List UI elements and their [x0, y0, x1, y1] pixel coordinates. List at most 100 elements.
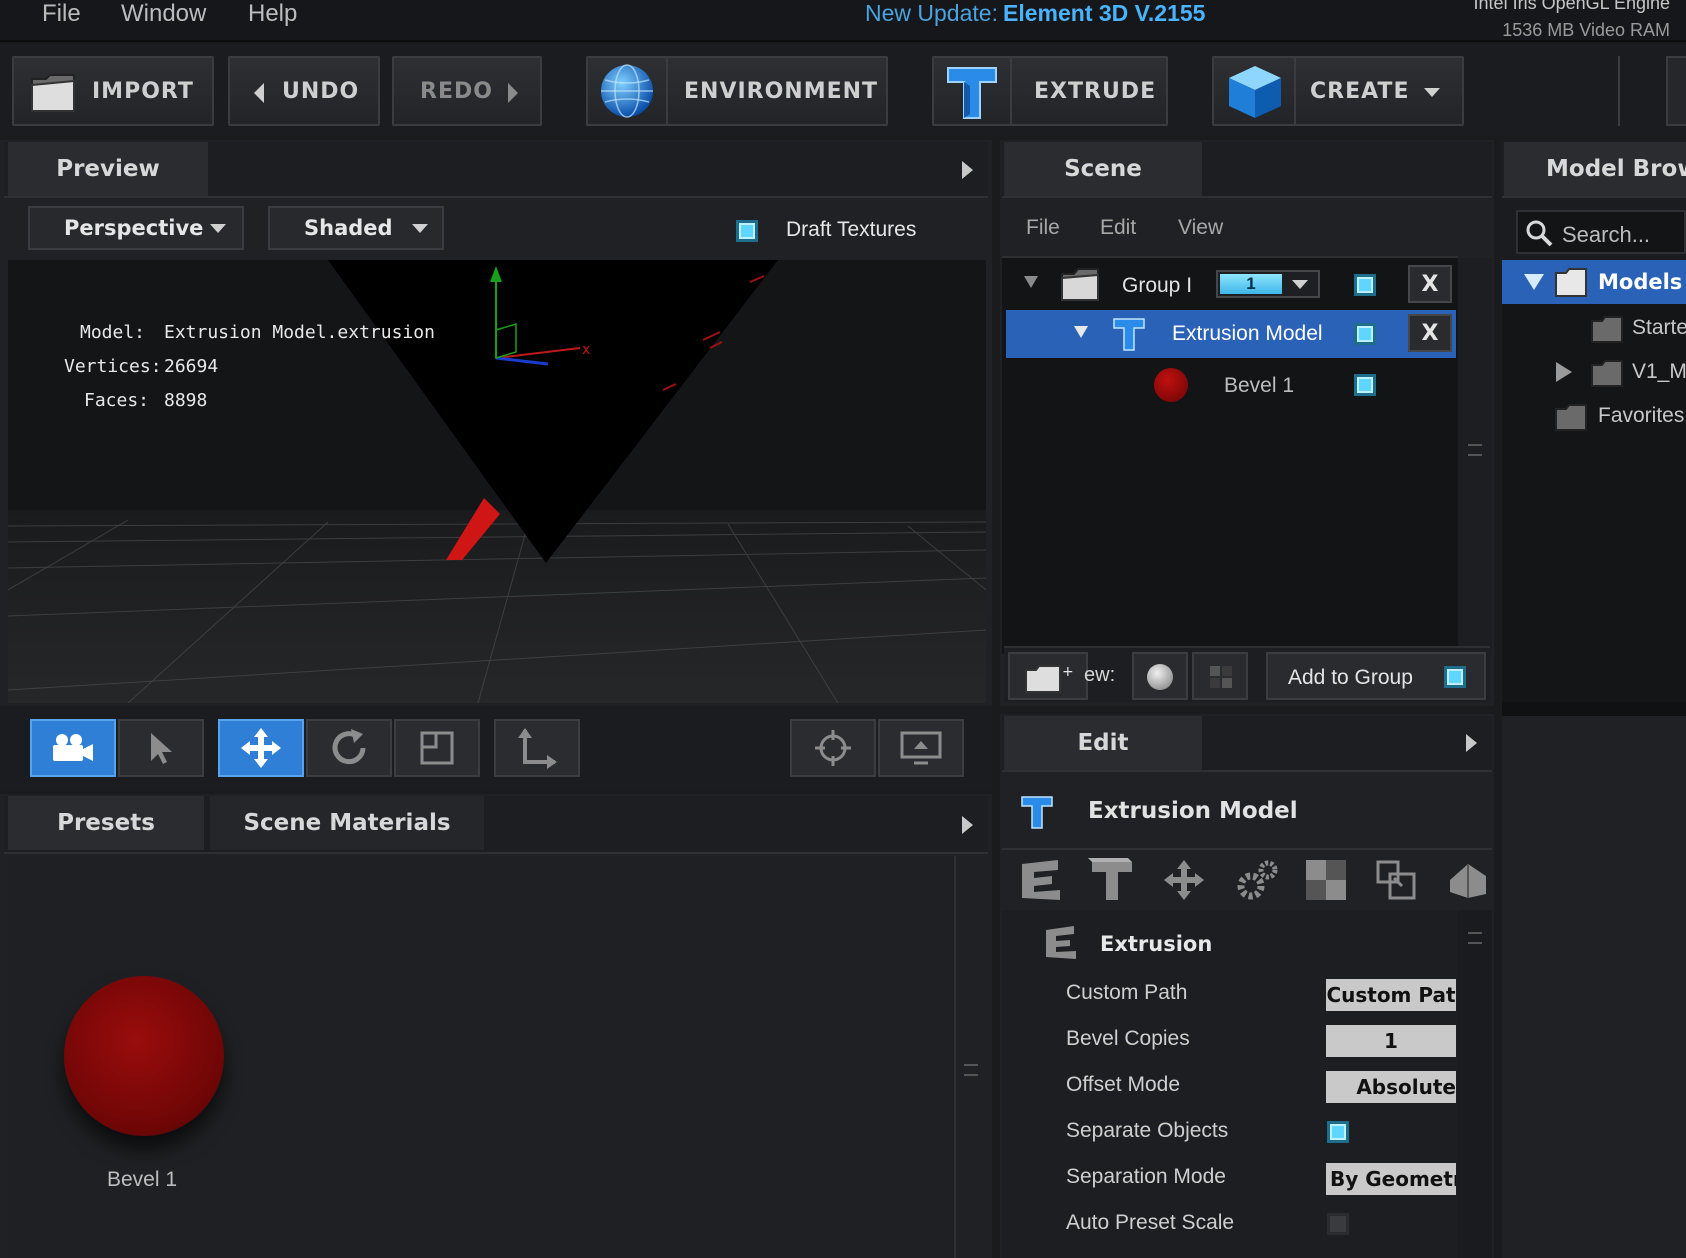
grip-icon[interactable] [1468, 932, 1482, 944]
new-group-button[interactable]: + [1008, 652, 1088, 700]
undo-button[interactable]: UNDO [228, 56, 380, 126]
expand-arrow-icon[interactable] [1466, 734, 1477, 752]
extrusion-remove-button[interactable]: X [1408, 314, 1452, 352]
folder-icon [1555, 404, 1587, 431]
bevel-swatch-icon [1154, 368, 1188, 402]
extrusion-section-icon [1046, 926, 1076, 959]
properties-scrollbar[interactable] [1458, 910, 1492, 1258]
toolbar-divider [1618, 56, 1620, 126]
gears-tab-icon[interactable] [1234, 858, 1280, 902]
bevel-tab-icon[interactable] [1088, 858, 1136, 902]
search-icon [1526, 220, 1553, 247]
rotate-tool-button[interactable] [306, 719, 392, 777]
grip-icon[interactable] [964, 1064, 978, 1076]
preview-tabbar: Preview [4, 142, 988, 198]
arrow-right-icon [508, 83, 518, 103]
toolbar-overflow-button[interactable] [1666, 56, 1686, 126]
folder-icon [31, 74, 75, 112]
menu-file[interactable]: File [42, 0, 81, 28]
presets-grid: Bevel 1 [8, 856, 954, 1258]
expand-arrow-icon[interactable] [962, 816, 973, 834]
scene-row-bevel[interactable]: Bevel 1 [1006, 360, 1456, 410]
axis-icon [518, 728, 557, 769]
chevron-down-icon [412, 224, 428, 233]
separate-objects-checkbox[interactable] [1327, 1121, 1349, 1143]
display-tool-button[interactable] [878, 719, 964, 777]
folder-icon [1591, 316, 1623, 343]
draft-textures-checkbox[interactable] [736, 220, 758, 242]
deform-tab-icon[interactable] [1444, 858, 1490, 902]
update-label[interactable]: New Update: [865, 0, 998, 27]
select-tool-button[interactable] [118, 719, 204, 777]
extrusion-tab-icon[interactable] [1018, 858, 1064, 902]
axis-tool-button[interactable] [494, 719, 580, 777]
group-visibility-checkbox[interactable] [1354, 274, 1376, 296]
extrude-button[interactable]: EXTRUDE [932, 56, 1168, 126]
tab-scene[interactable]: Scene [1004, 142, 1202, 196]
sphere-view-button[interactable] [1132, 652, 1188, 700]
presets-scrollbar[interactable] [954, 856, 956, 1258]
expand-right-icon [1556, 362, 1572, 382]
add-to-group-button[interactable]: Add to Group [1266, 652, 1486, 700]
auto-preset-scale-checkbox[interactable] [1327, 1213, 1349, 1235]
tab-scene-materials[interactable]: Scene Materials [210, 796, 484, 850]
menu-help[interactable]: Help [248, 0, 297, 28]
offset-mode-field[interactable]: Absolute [1326, 1071, 1456, 1103]
texture-view-button[interactable] [1192, 652, 1248, 700]
move-tool-button[interactable] [218, 719, 304, 777]
scene-bottom-bar: + ew: Add to Group [1004, 646, 1490, 702]
group-number-dropdown[interactable]: 1 [1216, 270, 1320, 298]
focus-tool-button[interactable] [790, 719, 876, 777]
new-folder-icon: + [1025, 664, 1074, 693]
bevel-copies-field[interactable]: 1 [1326, 1025, 1456, 1057]
rotate-icon [332, 729, 366, 765]
tab-preview[interactable]: Preview [8, 142, 208, 196]
tree-item-models-label: Models [1598, 270, 1683, 294]
scene-menu-view[interactable]: View [1178, 216, 1223, 240]
grip-icon[interactable] [1468, 444, 1482, 456]
tree-item-models[interactable]: Models [1502, 260, 1686, 304]
camera-tool-button[interactable] [30, 719, 116, 777]
3d-viewport[interactable]: x Model: Extrusion Model.extrusion Verti… [8, 260, 986, 703]
model-search-input[interactable]: Search... [1516, 210, 1686, 254]
custom-path-field[interactable]: Custom Pat [1326, 979, 1456, 1011]
scene-menu-file[interactable]: File [1026, 216, 1060, 240]
add-to-group-checkbox[interactable] [1444, 666, 1466, 688]
bevel-material-swatch[interactable] [64, 976, 224, 1136]
transform-tab-icon[interactable] [1162, 858, 1206, 902]
separation-mode-field[interactable]: By Geometry [1326, 1163, 1456, 1195]
multi-object-tab-icon[interactable] [1374, 858, 1418, 902]
tab-edit[interactable]: Edit [1004, 716, 1202, 770]
texture-icon [1210, 666, 1232, 688]
shading-dropdown[interactable]: Shaded [268, 206, 444, 250]
view-mode-dropdown[interactable]: Perspective [28, 206, 244, 250]
tree-item-favorites[interactable]: Favorites [1502, 394, 1686, 438]
group-remove-button[interactable]: X [1408, 265, 1452, 303]
redo-button[interactable]: REDO [392, 56, 542, 126]
import-button[interactable]: IMPORT [12, 56, 214, 126]
tab-presets[interactable]: Presets [8, 796, 204, 850]
create-button[interactable]: CREATE [1212, 56, 1464, 126]
scene-row-extrusion-model[interactable]: Extrusion Model X [1006, 310, 1456, 358]
tab-model-browser[interactable]: Model Brow [1504, 142, 1686, 196]
environment-button[interactable]: ENVIRONMENT [586, 56, 888, 126]
menu-window[interactable]: Window [121, 0, 206, 28]
svg-text:+: + [1062, 664, 1074, 680]
scale-tool-button[interactable] [394, 719, 480, 777]
expand-down-icon[interactable] [1024, 276, 1038, 288]
expand-down-icon[interactable] [1074, 326, 1088, 338]
divider [1002, 848, 1492, 850]
bevel-visibility-checkbox[interactable] [1354, 374, 1376, 396]
tree-item-starter[interactable]: Starte [1502, 306, 1686, 350]
scene-row-group[interactable]: Group I 1 X [1006, 260, 1456, 310]
menu-bar: File Window Help New Update: Element 3D … [0, 0, 1686, 42]
checker-tab-icon[interactable] [1306, 860, 1346, 900]
scene-scrollbar[interactable] [1458, 258, 1492, 654]
monitor-icon [900, 731, 942, 765]
expand-arrow-icon[interactable] [962, 161, 973, 179]
model-browser-tabbar: Model Brow [1502, 142, 1686, 198]
scene-menu-edit[interactable]: Edit [1100, 216, 1136, 240]
update-version[interactable]: Element 3D V.2155 [1003, 0, 1205, 27]
tree-item-v1[interactable]: V1_M [1502, 350, 1686, 394]
extrusion-visibility-checkbox[interactable] [1354, 323, 1376, 345]
